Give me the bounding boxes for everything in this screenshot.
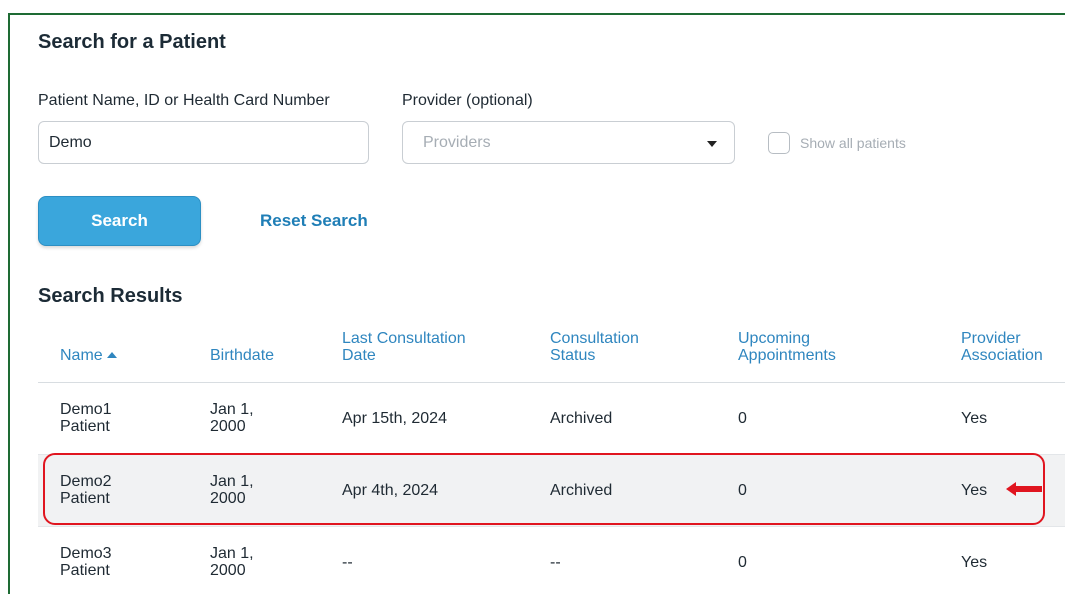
sort-ascending-icon [106, 352, 117, 358]
cell-name-first: Demo1 [60, 401, 112, 418]
search-title: Search for a Patient [38, 31, 226, 53]
cell-name: Demo3 Patient [60, 545, 112, 579]
reset-search-link[interactable]: Reset Search [260, 211, 368, 231]
provider-label: Provider (optional) [402, 92, 533, 109]
cell-last-consultation: Apr 15th, 2024 [342, 410, 447, 427]
cell-provider-association: Yes [961, 410, 988, 427]
cell-birthdate: Jan 1, 2000 [210, 545, 254, 579]
cell-upcoming: 0 [738, 410, 747, 427]
cell-upcoming: 0 [738, 554, 747, 571]
column-header-provider-line1: Provider [961, 330, 1021, 347]
cell-name: Demo1 Patient [60, 401, 112, 435]
provider-select[interactable]: Providers [402, 121, 735, 164]
column-header-birthdate[interactable]: Birthdate [210, 347, 274, 364]
column-header-status-line2: Status [550, 347, 596, 364]
cell-birthdate-line1: Jan 1, [210, 401, 254, 418]
cell-status: Archived [550, 410, 613, 427]
cell-status: -- [550, 554, 561, 571]
cell-birthdate-line1: Jan 1, [210, 545, 254, 562]
cell-birthdate-line2: 2000 [210, 418, 246, 435]
cell-provider-association: Yes [961, 554, 988, 571]
show-all-patients-label[interactable]: Show all patients [800, 135, 906, 151]
cell-birthdate-line2: 2000 [210, 562, 246, 579]
table-row[interactable]: Demo1 Patient Jan 1, 2000 Apr 15th, 2024… [38, 383, 1065, 454]
column-header-upcoming-appointments[interactable]: Upcoming Appointments [738, 330, 836, 364]
column-header-last-consultation[interactable]: Last Consultation Date [342, 330, 466, 364]
search-results-title: Search Results [38, 285, 183, 307]
column-header-consultation-status[interactable]: Consultation Status [550, 330, 639, 364]
column-header-upcoming-line2: Appointments [738, 347, 836, 364]
search-button[interactable]: Search [38, 196, 201, 246]
show-all-patients-checkbox[interactable] [768, 132, 790, 154]
column-header-name-label: Name [60, 347, 103, 364]
patient-search-label: Patient Name, ID or Health Card Number [38, 92, 330, 109]
left-arrow-icon [1006, 482, 1042, 496]
column-header-last-consultation-line2: Date [342, 347, 376, 364]
cell-name-last: Patient [60, 418, 110, 435]
column-header-last-consultation-line1: Last Consultation [342, 330, 466, 347]
column-header-status-line1: Consultation [550, 330, 639, 347]
cell-name-last: Patient [60, 562, 110, 579]
cell-last-consultation: -- [342, 554, 353, 571]
column-header-upcoming-line1: Upcoming [738, 330, 811, 347]
table-row[interactable]: Demo3 Patient Jan 1, 2000 -- -- 0 Yes [38, 527, 1065, 598]
highlight-box [43, 453, 1045, 525]
provider-select-placeholder: Providers [423, 134, 491, 151]
cell-birthdate: Jan 1, 2000 [210, 401, 254, 435]
column-header-name[interactable]: Name [60, 347, 117, 364]
patient-search-input[interactable] [38, 121, 369, 164]
column-header-provider-line2: Association [961, 347, 1043, 364]
chevron-down-icon [707, 141, 717, 147]
cell-name-first: Demo3 [60, 545, 112, 562]
column-header-provider-association[interactable]: Provider Association [961, 330, 1043, 364]
